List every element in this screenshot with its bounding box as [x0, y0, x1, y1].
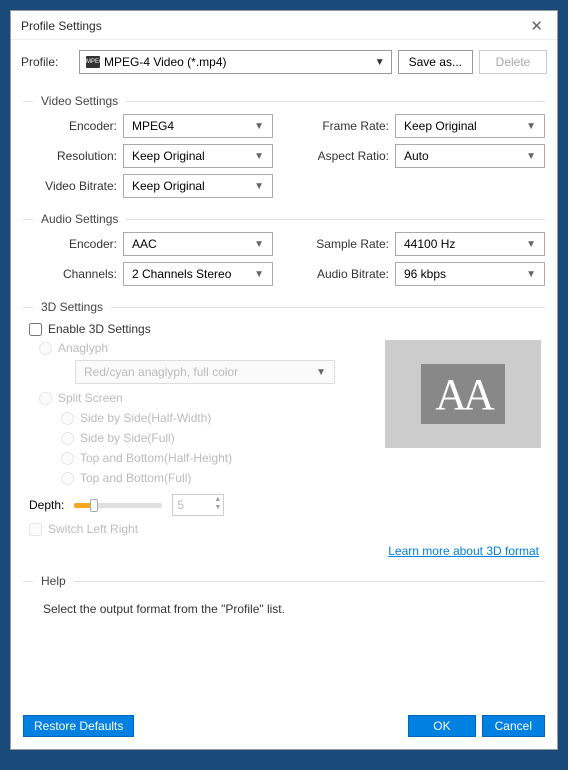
save-as-button[interactable]: Save as...	[398, 50, 473, 74]
sbs-full-label: Side by Side(Full)	[80, 431, 175, 445]
samplerate-label: Sample Rate:	[295, 237, 395, 251]
restore-defaults-button[interactable]: Restore Defaults	[23, 715, 134, 737]
audio-encoder-select[interactable]: AAC▼	[123, 232, 273, 256]
channels-label: Channels:	[23, 267, 123, 281]
framerate-select[interactable]: Keep Original▼	[395, 114, 545, 138]
cancel-button[interactable]: Cancel	[482, 715, 545, 737]
audio-bitrate-select[interactable]: 96 kbps▼	[395, 262, 545, 286]
chevron-down-icon: ▼	[526, 121, 536, 132]
anaglyph-label: Anaglyph	[58, 341, 108, 355]
depth-spinner: 5 ▲▼	[172, 494, 224, 516]
resolution-select[interactable]: Keep Original▼	[123, 144, 273, 168]
dialog-footer: Restore Defaults OK Cancel	[11, 705, 557, 749]
help-title: Help	[33, 574, 74, 588]
slider-thumb-icon[interactable]	[90, 499, 98, 512]
help-section: Help Select the output format from the "…	[23, 566, 545, 626]
profile-label: Profile:	[21, 55, 73, 69]
profile-row: Profile: MPEG MPEG-4 Video (*.mp4) ▼ Sav…	[11, 40, 557, 80]
video-encoder-label: Encoder:	[23, 119, 123, 133]
chevron-down-icon: ▼	[316, 367, 326, 378]
audio-bitrate-label: Audio Bitrate:	[295, 267, 395, 281]
aspect-select[interactable]: Auto▼	[395, 144, 545, 168]
3d-settings-section: 3D Settings Enable 3D Settings Anaglyph …	[23, 292, 545, 560]
video-encoder-select[interactable]: MPEG4▼	[123, 114, 273, 138]
video-bitrate-label: Video Bitrate:	[23, 179, 123, 193]
titlebar: Profile Settings ✕	[11, 11, 557, 40]
audio-encoder-label: Encoder:	[23, 237, 123, 251]
sbs-full-radio	[61, 432, 74, 445]
framerate-label: Frame Rate:	[295, 119, 395, 133]
resolution-label: Resolution:	[23, 149, 123, 163]
tb-half-label: Top and Bottom(Half-Height)	[80, 451, 232, 465]
enable-3d-checkbox[interactable]	[29, 323, 42, 336]
aspect-label: Aspect Ratio:	[295, 149, 395, 163]
depth-label: Depth:	[29, 498, 64, 512]
split-screen-radio	[39, 392, 52, 405]
enable-3d-label: Enable 3D Settings	[48, 322, 151, 336]
chevron-down-icon: ▼	[375, 57, 385, 68]
sbs-half-label: Side by Side(Half-Width)	[80, 411, 211, 425]
split-screen-label: Split Screen	[58, 391, 123, 405]
audio-settings-title: Audio Settings	[33, 212, 126, 226]
spinner-arrows-icon: ▲▼	[214, 496, 221, 512]
chevron-down-icon: ▼	[526, 269, 536, 280]
audio-settings-section: Audio Settings Encoder: AAC▼ Sample Rate…	[23, 204, 545, 286]
chevron-down-icon: ▼	[254, 239, 264, 250]
chevron-down-icon: ▼	[254, 269, 264, 280]
video-settings-title: Video Settings	[33, 94, 126, 108]
delete-button: Delete	[479, 50, 547, 74]
chevron-down-icon: ▼	[254, 121, 264, 132]
sbs-half-radio	[61, 412, 74, 425]
chevron-down-icon: ▼	[254, 151, 264, 162]
anaglyph-select: Red/cyan anaglyph, full color▼	[75, 360, 335, 384]
help-text: Select the output format from the "Profi…	[23, 594, 545, 626]
channels-select[interactable]: 2 Channels Stereo▼	[123, 262, 273, 286]
close-icon[interactable]: ✕	[526, 17, 547, 35]
dialog-title: Profile Settings	[21, 19, 102, 33]
switch-lr-checkbox	[29, 523, 42, 536]
chevron-down-icon: ▼	[526, 239, 536, 250]
anaglyph-radio	[39, 342, 52, 355]
profile-value: MPEG-4 Video (*.mp4)	[104, 55, 227, 69]
ok-button[interactable]: OK	[408, 715, 475, 737]
switch-lr-label: Switch Left Right	[48, 522, 138, 536]
profile-settings-dialog: Profile Settings ✕ Profile: MPEG MPEG-4 …	[10, 10, 558, 750]
video-bitrate-select[interactable]: Keep Original▼	[123, 174, 273, 198]
tb-full-label: Top and Bottom(Full)	[80, 471, 191, 485]
3d-settings-title: 3D Settings	[33, 300, 111, 314]
tb-full-radio	[61, 472, 74, 485]
preview-text: AA	[421, 364, 505, 424]
3d-preview: AA	[385, 340, 541, 448]
learn-more-link[interactable]: Learn more about 3D format	[388, 544, 539, 558]
video-settings-section: Video Settings Encoder: MPEG4▼ Frame Rat…	[23, 86, 545, 198]
chevron-down-icon: ▼	[254, 181, 264, 192]
chevron-down-icon: ▼	[526, 151, 536, 162]
samplerate-select[interactable]: 44100 Hz▼	[395, 232, 545, 256]
tb-half-radio	[61, 452, 74, 465]
depth-slider[interactable]	[74, 503, 162, 508]
mpeg-icon: MPEG	[86, 56, 100, 68]
profile-select[interactable]: MPEG MPEG-4 Video (*.mp4) ▼	[79, 50, 392, 74]
